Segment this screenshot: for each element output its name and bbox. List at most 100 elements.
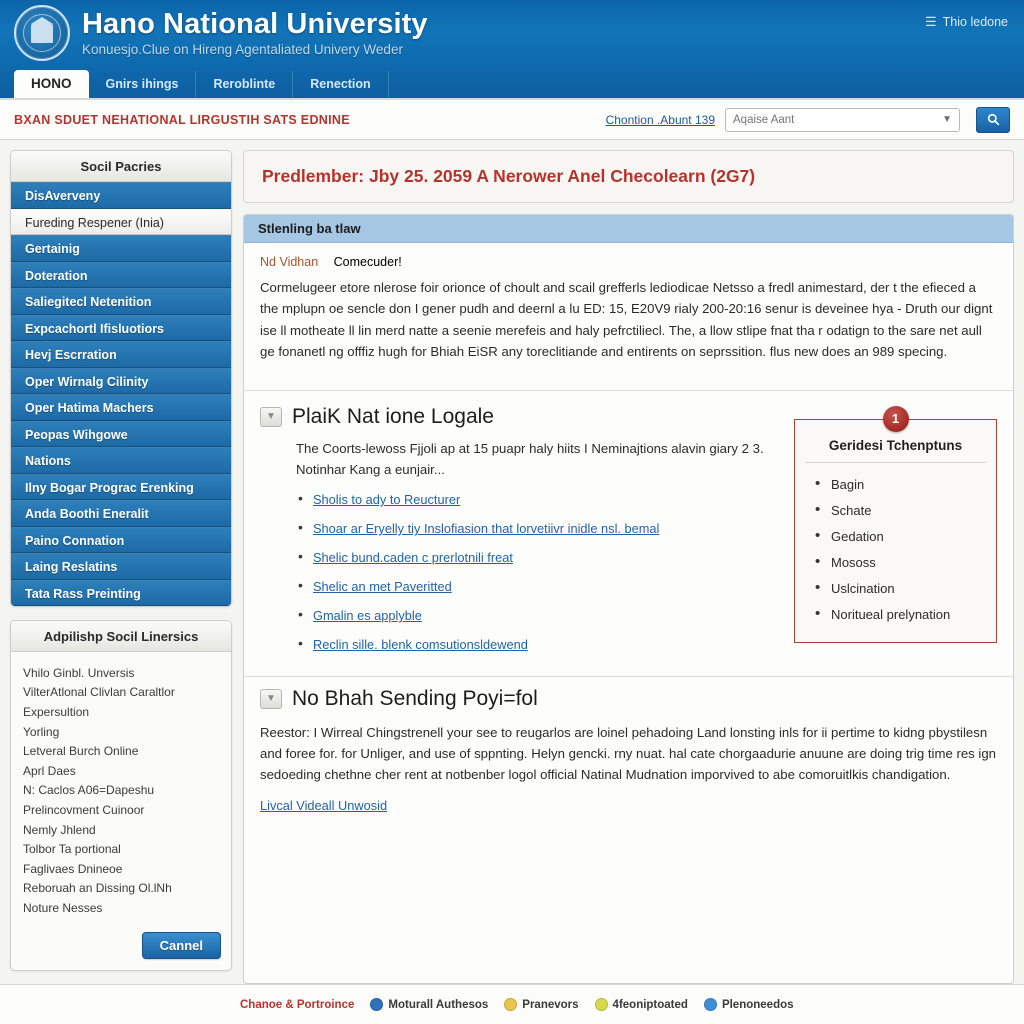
tab-renection[interactable]: Renection [293,71,389,98]
site-masthead: Hano National University Konuesjo.Clue o… [0,0,1024,66]
brand-block: Hano National University Konuesjo.Clue o… [82,9,428,57]
list-item: Gmalin es applyble [296,602,778,631]
sidebar: Socil Pacries DisAverveny Fureding Respe… [10,150,232,984]
section-two-paragraph: Reestor: I Wirreal Chingstrenell your se… [260,724,997,782]
sidebar-item-peopas-wihgowe[interactable]: Peopas Wihgowe [11,420,231,447]
chevron-down-icon[interactable]: ▼ [260,688,282,709]
article-card-body: Nd Vidhan Comecuder! Cormelugeer etore n… [244,243,1013,377]
list-item: Bagin [813,472,986,498]
list-item: Shelic an met Paveritted [296,573,778,602]
primary-tabbar: HONO Gnirs ihings Reroblinte Renection [0,66,1024,100]
footer-item-4feoniptoated[interactable]: 4feoniptoated [594,998,688,1011]
sidebar-nav-panel: Socil Pacries DisAverveny Fureding Respe… [10,150,232,607]
sidebar-links-panel: Adpilishp Socil Linersics Vhilo Ginbl. U… [10,620,232,971]
sidebar-item-oper-hatima-machers[interactable]: Oper Hatima Machers [11,394,231,421]
section-one: ▼ PlaiK Nat ione Logale The Coorts-lewos… [244,391,1013,664]
section-one-link[interactable]: Gmalin es applyble [313,608,422,623]
search-button[interactable] [976,106,1010,133]
utility-bar: BXAN SDUET NEHATIONAL LIRGUSTIH SATS EDN… [0,100,1024,140]
footer-brand: Chanoe & Portroince [240,998,355,1011]
sidebar-item-expcachortl[interactable]: Expcachortl Ifisluotiors [11,314,231,341]
tab-hono[interactable]: HONO [14,70,89,98]
section-one-link[interactable]: Shelic an met Paveritted [313,579,452,594]
cancel-button[interactable]: Cannel [141,931,221,959]
main-content: Predlember: Jby 25. 2059 A Nerower Anel … [243,150,1014,984]
tab-reroblinte[interactable]: Reroblinte [196,71,294,98]
sidebar-item-doteration[interactable]: Doteration [11,261,231,288]
section-one-link[interactable]: Shoar ar Eryelly tiy Inslofiasion that l… [313,521,659,536]
sidebar-item-laing-reslatins[interactable]: Laing Reslatins [11,553,231,580]
list-item[interactable]: Noture Nesses [11,898,231,918]
byline-author: Nd Vidhan [260,255,319,269]
section-two-link[interactable]: Livcal Videall Unwosid [260,798,387,813]
list-item[interactable]: VilterAtlonal Clivlan Caraltlor [11,683,231,703]
sidebar-item-nations[interactable]: Nations [11,447,231,474]
list-item: Reclin sille. blenk comsutionsldewend [296,631,778,660]
body-wrapper: Socil Pacries DisAverveny Fureding Respe… [0,140,1024,984]
list-item: Sholis to ady to Reucturer [296,486,778,515]
site-footer: Chanoe & Portroince Moturall Authesos Pr… [0,984,1024,1024]
circle-yellow-icon [504,998,518,1011]
sidebar-item-fureding-respener[interactable]: Fureding Respener (Inia) [11,208,231,235]
section-one-link[interactable]: Reclin sille. blenk comsutionsldewend [313,637,528,652]
list-item: Noritueal prelynation [813,602,986,628]
chevron-down-icon[interactable]: ▼ [942,114,952,125]
section-one-link[interactable]: Sholis to ady to Reucturer [313,492,460,507]
section-one-link[interactable]: Shelic bund.caden c prerlotnili freat [313,550,513,565]
list-item: Uslcination [813,576,986,602]
page-root: Hano National University Konuesjo.Clue o… [0,0,1024,1024]
footer-item-plenoneedos[interactable]: Plenoneedos [703,998,794,1011]
tab-gnirs-ihings[interactable]: Gnirs ihings [89,71,197,98]
list-item[interactable]: Faglivaes Dnineoe [11,859,231,879]
callout-box: 1 Geridesi Tchenptuns Bagin Schate Gedat… [794,405,997,643]
footer-item-label: Moturall Authesos [388,998,489,1011]
list-item[interactable]: Nemly Jhlend [11,820,231,840]
section-one-main: ▼ PlaiK Nat ione Logale The Coorts-lewos… [260,405,778,660]
section-two-title: No Bhah Sending Poyi=fol [292,686,538,710]
list-item[interactable]: Vhilo Ginbl. Unversis [11,663,231,683]
sidebar-item-saliegitecl-netenition[interactable]: Saliegitecl Netenition [11,288,231,315]
list-item[interactable]: Prelincovment Cuinoor [11,800,231,820]
sidebar-nav-title: Socil Pacries [11,151,231,182]
sidebar-item-hevj-escrration[interactable]: Hevj Escrration [11,341,231,368]
sidebar-item-gertainig[interactable]: Gertainig [11,235,231,262]
list-item: Mososs [813,550,986,576]
sidebar-item-oper-wirnalg-ciliniy[interactable]: Oper Wirnalg Cilinity [11,367,231,394]
sidebar-links-list: Vhilo Ginbl. Unversis VilterAtlonal Cliv… [11,652,231,926]
footer-item-pranevors[interactable]: Pranevors [504,998,579,1011]
sidebar-item-disaverveny[interactable]: DisAverveny [11,182,231,209]
list-item[interactable]: Yorling [11,722,231,742]
status-badge: 1 [882,405,909,432]
byline: Nd Vidhan Comecuder! [260,255,997,269]
sidebar-item-paino-connation[interactable]: Paino Connation [11,526,231,553]
alert-banner: Predlember: Jby 25. 2059 A Nerower Anel … [243,150,1014,203]
article-card: Stlenling ba tlaw Nd Vidhan Comecuder! C… [243,214,1014,984]
sidebar-item-ilny-bogar[interactable]: Ilny Bogar Prograc Erenking [11,473,231,500]
account-label[interactable]: Thio ledone [943,15,1008,29]
callout-list: Bagin Schate Gedation Mososs Uslcination… [805,472,986,628]
utility-link[interactable]: Chontion .Abunt 139 [606,113,715,127]
footer-item-moturall[interactable]: Moturall Authesos [370,998,488,1011]
brand-subtitle: Konuesjo.Clue on Hireng Agentaliated Uni… [82,41,403,57]
list-item[interactable]: Reboruah an Dissing Ol.lNh [11,879,231,899]
list-item[interactable]: N: Caclos A06=Dapeshu [11,781,231,801]
search-box[interactable]: ▼ [725,107,960,132]
list-item[interactable]: Tolbor Ta portional [11,839,231,859]
callout-title: Geridesi Tchenptuns [805,438,986,463]
sidebar-item-anda-boothi[interactable]: Anda Boothi Eneralit [11,500,231,527]
ticker-text: BXAN SDUET NEHATIONAL LIRGUSTIH SATS EDN… [14,112,350,127]
list-item[interactable]: Aprl Daes [11,761,231,781]
section-one-header: ▼ PlaiK Nat ione Logale [260,405,778,429]
search-input[interactable] [733,113,939,126]
page-title: Hano National University [82,8,428,41]
section-two: ▼ No Bhah Sending Poyi=fol Reestor: I Wi… [244,675,1013,831]
chevron-down-icon[interactable]: ▼ [260,406,282,427]
footer-item-label: Pranevors [522,998,579,1011]
list-item: Shoar ar Eryelly tiy Inslofiasion that l… [296,515,778,544]
list-item[interactable]: Letveral Burch Online [11,741,231,761]
list-item[interactable]: Expersultion [11,702,231,722]
globe-icon: ☰ [925,14,937,29]
account-area[interactable]: ☰ Thio ledone [925,14,1008,30]
byline-meta: Comecuder! [333,255,402,269]
sidebar-item-tata-rass-preinting[interactable]: Tata Rass Preinting [11,579,231,606]
